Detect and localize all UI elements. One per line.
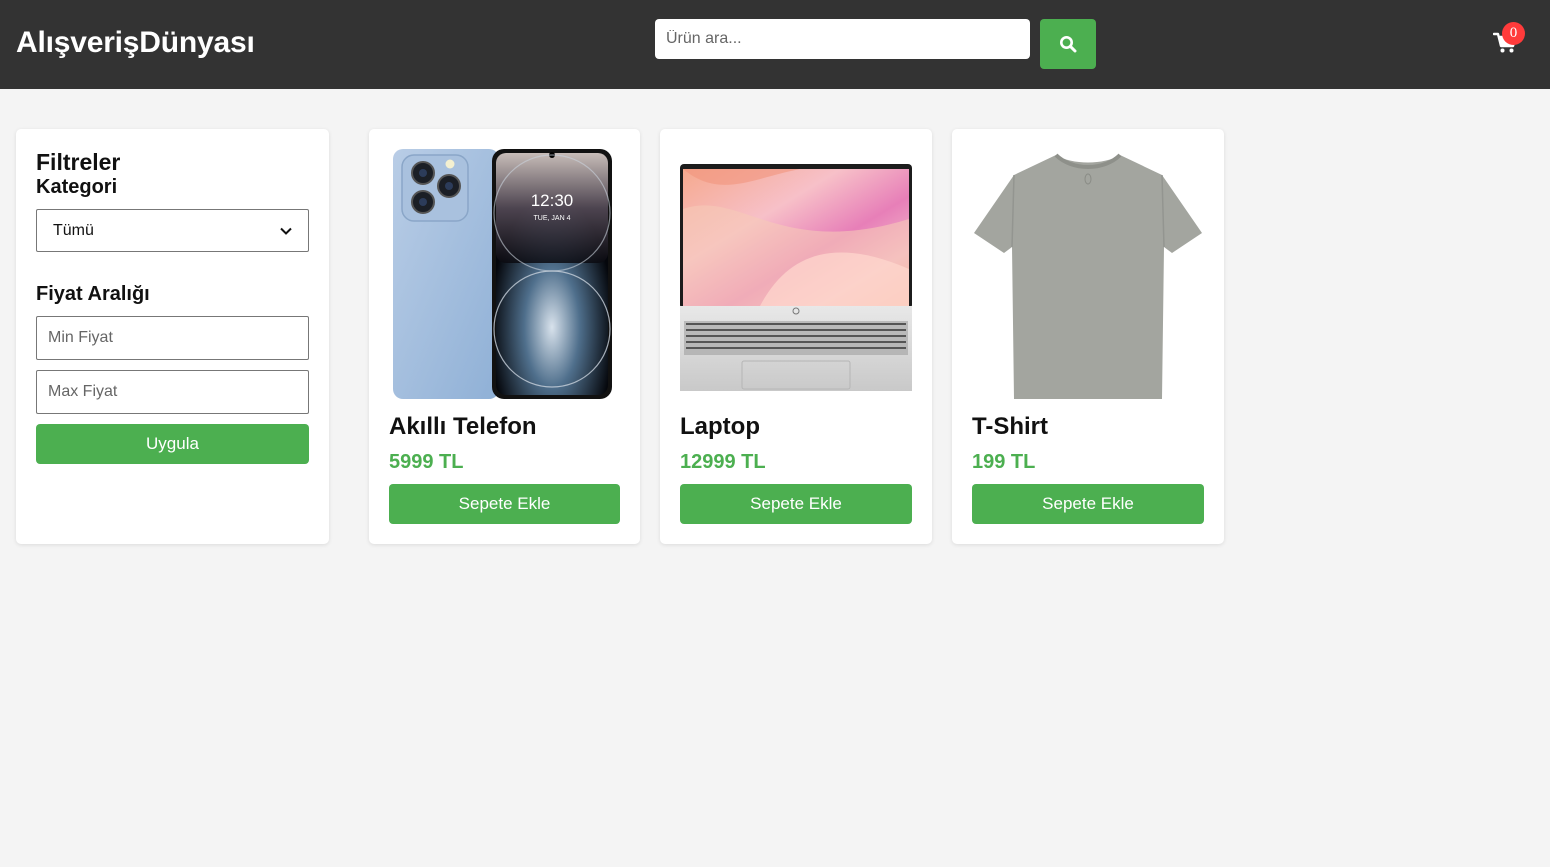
search-button[interactable] — [1040, 19, 1096, 69]
cart-button[interactable]: 0 — [1490, 22, 1530, 66]
filter-sidebar: Filtreler Kategori Tümü Fiyat Aralığı Uy… — [16, 129, 329, 544]
add-to-cart-button[interactable]: Sepete Ekle — [680, 484, 912, 524]
product-name: Laptop — [680, 413, 760, 440]
cart-count-badge: 0 — [1502, 22, 1525, 45]
product-card: 12:30 TUE, JAN 4 Akıllı Telefon 5999 TL … — [369, 129, 640, 544]
product-price: 12999 TL — [680, 451, 766, 473]
add-to-cart-button[interactable]: Sepete Ekle — [972, 484, 1204, 524]
site-logo[interactable]: AlışverişDünyası — [16, 26, 255, 60]
search-icon — [1060, 36, 1077, 53]
header: AlışverişDünyası 0 — [0, 0, 1550, 89]
phone-image[interactable]: 12:30 TUE, JAN 4 — [389, 149, 620, 399]
product-price: 199 TL — [972, 451, 1036, 473]
category-select[interactable]: Tümü — [36, 209, 309, 252]
search-input[interactable] — [655, 19, 1030, 59]
laptop-image[interactable] — [680, 149, 912, 399]
product-card: T-Shirt 199 TL Sepete Ekle — [952, 129, 1224, 544]
price-range-label: Fiyat Aralığı — [36, 283, 150, 305]
phone-date-text: TUE, JAN 4 — [534, 215, 571, 222]
add-to-cart-button[interactable]: Sepete Ekle — [389, 484, 620, 524]
product-price: 5999 TL — [389, 451, 464, 473]
min-price-input[interactable] — [36, 316, 309, 360]
product-name: Akıllı Telefon — [389, 413, 537, 440]
tshirt-image[interactable] — [972, 149, 1204, 399]
category-label: Kategori — [36, 176, 118, 198]
chevron-down-icon — [280, 227, 292, 235]
product-name: T-Shirt — [972, 413, 1048, 440]
filters-title: Filtreler — [36, 149, 121, 175]
product-card: Laptop 12999 TL Sepete Ekle — [660, 129, 932, 544]
apply-filter-button[interactable]: Uygula — [36, 424, 309, 464]
category-selected-value: Tümü — [53, 221, 94, 239]
phone-clock-text: 12:30 — [531, 191, 574, 210]
max-price-input[interactable] — [36, 370, 309, 414]
